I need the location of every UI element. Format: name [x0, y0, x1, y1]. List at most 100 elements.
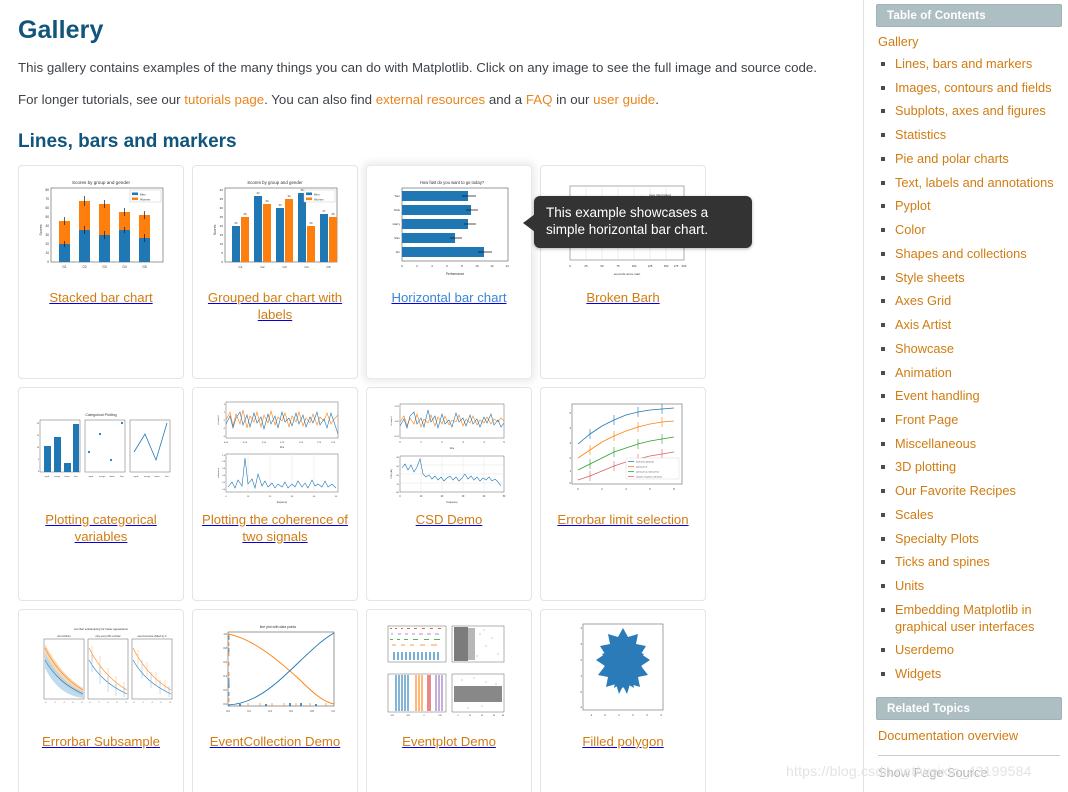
svg-text:20: 20	[45, 242, 49, 246]
sidebar-item-specialty-plots[interactable]: Specialty Plots	[895, 531, 979, 546]
gallery-card-eventplot-demo[interactable]: -150 -100 0 100 0 20 40 60 80 Eventplot Demo	[366, 608, 532, 792]
svg-text:-0.05: -0.05	[394, 436, 400, 438]
list-item: 3D plotting	[879, 459, 1062, 476]
svg-text:20: 20	[220, 224, 224, 228]
svg-text:35: 35	[220, 197, 224, 201]
svg-text:30: 30	[279, 203, 282, 207]
sidebar-item-3d-plotting[interactable]: 3D plotting	[895, 459, 956, 474]
sidebar-item-ticks-and-spines[interactable]: Ticks and spines	[895, 554, 990, 569]
sidebar-item-event-handling[interactable]: Event handling	[895, 388, 980, 403]
list-item: Images, contours and fields	[879, 80, 1062, 97]
svg-text:60: 60	[45, 206, 49, 210]
svg-text:0.4: 0.4	[268, 709, 272, 713]
sidebar-item-documentation-overview[interactable]: Documentation overview	[878, 728, 1062, 743]
intro2-text-d: in our	[552, 91, 594, 107]
gallery-card-plotting-categorical-variables[interactable]: Categorical Plotting 0 5 10 15 20 apple orang…	[18, 386, 184, 601]
svg-text:G2: G2	[82, 265, 86, 269]
sidebar-divider	[878, 754, 1060, 756]
svg-text:subsets of uplims and lolims: subsets of uplims and lolims	[636, 475, 662, 478]
svg-text:50: 50	[600, 264, 604, 268]
gallery-card-plotting-coherence-of-two-signals[interactable]: 4 2 0 -2 -4 s1 and s2 0.00 0.25 0.50 0.75 1.00 1…	[192, 386, 358, 601]
sidebar-item-units[interactable]: Units	[895, 578, 924, 593]
sidebar-item-axes-grid[interactable]: Axes Grid	[895, 293, 951, 308]
gallery-card-label: EventCollection Demo	[209, 733, 341, 749]
svg-text:50: 50	[45, 215, 49, 219]
list-item: Pie and polar charts	[879, 151, 1062, 168]
svg-text:line plot with data points: line plot with data points	[260, 625, 296, 629]
sidebar-item-pyplot[interactable]: Pyplot	[895, 198, 931, 213]
grouped-bar-thumb: Scores by group and gender Scores 0 5 10 15…	[200, 171, 350, 284]
list-item: Showcase	[879, 341, 1062, 358]
sidebar-item-front-page[interactable]: Front Page	[895, 412, 958, 427]
gallery-card-errorbar-limit-selection[interactable]: 543 210 024 68 both limits (default) upl…	[540, 386, 706, 601]
svg-text:0.6: 0.6	[223, 660, 227, 664]
sidebar-item-widgets[interactable]: Widgets	[895, 666, 941, 681]
sidebar-item-statistics[interactable]: Statistics	[895, 127, 946, 142]
gallery-card-stacked-bar-chart[interactable]: Scores by group and gender Scores 0 10 20 …	[18, 164, 184, 379]
list-item: Statistics	[879, 127, 1062, 144]
sidebar-item-text-labels-and-annotations[interactable]: Text, labels and annotations	[895, 175, 1054, 190]
svg-text:8: 8	[125, 702, 126, 704]
svg-text:20: 20	[235, 221, 238, 225]
sidebar-item-our-favorite-recipes[interactable]: Our Favorite Recipes	[895, 483, 1016, 498]
sidebar-item-subplots-axes-and-figures[interactable]: Subplots, axes and figures	[895, 103, 1046, 118]
tooltip-text: This example showcases a simple horizont…	[546, 205, 709, 238]
sidebar-item-userdemo[interactable]: Userdemo	[895, 642, 954, 657]
gallery-card-label: Eventplot Demo	[402, 733, 496, 749]
svg-text:Tom: Tom	[394, 194, 400, 198]
sidebar-item-lines-bars-and-markers[interactable]: Lines, bars and markers	[895, 56, 1032, 71]
svg-text:4: 4	[63, 702, 64, 704]
svg-text:100: 100	[632, 264, 637, 268]
sidebar-item-images-contours-and-fields[interactable]: Images, contours and fields	[895, 80, 1052, 95]
sidebar-item-animation[interactable]: Animation	[895, 365, 952, 380]
list-item: Shapes and collections	[879, 246, 1062, 263]
svg-text:Dick: Dick	[394, 208, 400, 212]
horizontal-bar-thumb: How fast do you want to go today? Tom Di…	[374, 171, 524, 284]
sidebar-item-miscellaneous[interactable]: Miscellaneous	[895, 436, 976, 451]
intro2-text-a: For longer tutorials, see our	[18, 91, 185, 107]
svg-text:lime: lime	[120, 476, 123, 478]
svg-text:0: 0	[45, 702, 46, 704]
list-item: Units	[879, 578, 1062, 595]
gallery-card-grouped-bar-chart-with-labels[interactable]: Scores by group and gender Scores 0 5 10 15…	[192, 164, 358, 379]
svg-text:apple: apple	[89, 476, 94, 478]
svg-text:4: 4	[107, 702, 108, 704]
gallery-card-label: Filled polygon	[582, 733, 664, 749]
svg-text:lime: lime	[165, 476, 168, 478]
svg-text:10: 10	[475, 264, 479, 268]
gallery-card-filled-polygon[interactable]: 432 1 0 -1 -1 0 1 234 Filled polygon	[540, 608, 706, 792]
sidebar-item-scales[interactable]: Scales	[895, 507, 933, 522]
list-item: Color	[879, 222, 1062, 239]
svg-text:time: time	[280, 446, 285, 449]
svg-text:Women: Women	[140, 197, 151, 201]
gallery-card-horizontal-bar-chart[interactable]: How fast do you want to go today? Tom Di…	[366, 164, 532, 379]
stacked-bar-thumb: Scores by group and gender Scores 0 10 20 …	[26, 171, 176, 284]
svg-text:2: 2	[54, 702, 55, 704]
sidebar-item-embedding-matplotlib-in-graphical-user-interfaces[interactable]: Embedding Matplotlib in graphical user i…	[895, 602, 1034, 634]
gallery-card-label: Broken Barh	[586, 289, 660, 305]
faq-link[interactable]: FAQ	[526, 92, 553, 107]
list-item: Our Favorite Recipes	[879, 483, 1062, 500]
sidebar-item-color[interactable]: Color	[895, 222, 926, 237]
sidebar-item-axis-artist[interactable]: Axis Artist	[895, 317, 951, 332]
sidebar-item-pie-and-polar-charts[interactable]: Pie and polar charts	[895, 151, 1009, 166]
svg-text:time: time	[450, 447, 455, 450]
sidebar-item-style-sheets[interactable]: Style sheets	[895, 270, 965, 285]
svg-text:lime: lime	[74, 476, 77, 478]
sidebar-item-shapes-and-collections[interactable]: Shapes and collections	[895, 246, 1027, 261]
svg-text:0: 0	[133, 702, 134, 704]
gallery-card-csd-demo[interactable]: 0.05 0.00 -0.05 s1 and s2 012 345 time -…	[366, 386, 532, 601]
tutorials-page-link[interactable]: tutorials page	[184, 92, 264, 107]
external-resources-link[interactable]: external resources	[376, 92, 485, 107]
list-item: Pyplot	[879, 198, 1062, 215]
user-guide-link[interactable]: user guide	[593, 92, 655, 107]
gallery-card-errorbar-subsample[interactable]: errorbar subsampling for better appearan…	[18, 608, 184, 792]
sidebar-item-gallery[interactable]: Gallery	[878, 34, 1062, 49]
gallery-card-label: Horizontal bar chart	[391, 289, 507, 305]
svg-text:uplims=True, lolims=True: uplims=True, lolims=True	[636, 470, 660, 473]
sidebar-item-showcase[interactable]: Showcase	[895, 341, 954, 356]
svg-text:15: 15	[220, 233, 224, 237]
svg-text:35: 35	[301, 188, 304, 192]
svg-text:Scores: Scores	[213, 224, 217, 235]
gallery-card-eventcollection-demo[interactable]: line plot with data points 1.0 0.8 0.6 0…	[192, 608, 358, 792]
